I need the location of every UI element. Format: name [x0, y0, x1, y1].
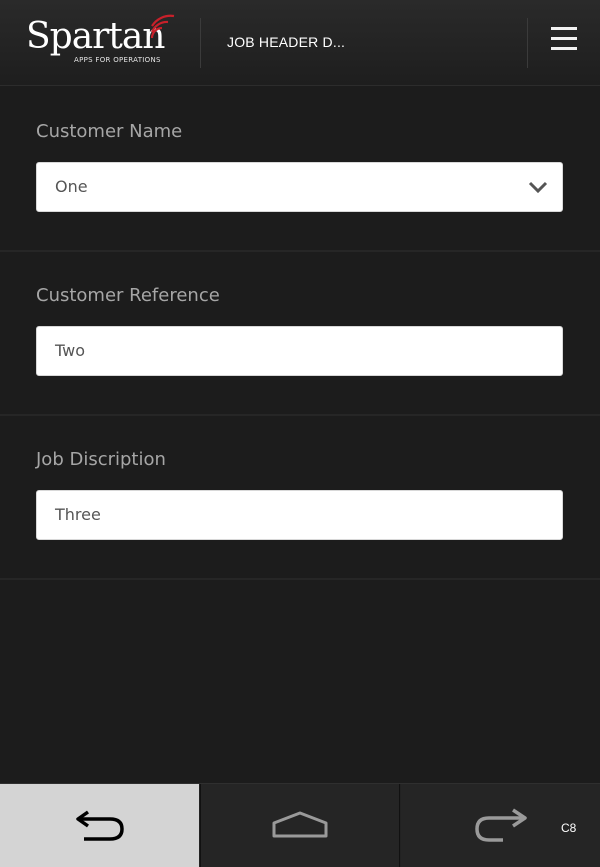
chevron-down-icon [528, 181, 548, 194]
home-button[interactable] [200, 784, 400, 867]
forward-arrow-icon [475, 808, 527, 842]
logo-text: Spartan [26, 16, 165, 57]
logo-tagline: APPS FOR OPERATIONS [74, 56, 161, 64]
customer-name-select[interactable]: One [36, 162, 563, 212]
job-description-value: Three [55, 505, 101, 524]
hamburger-menu-icon [551, 27, 577, 30]
hamburger-line [551, 37, 577, 40]
signal-waves-icon [150, 14, 175, 39]
menu-button[interactable] [543, 27, 587, 59]
version-code: C8 [561, 821, 577, 835]
back-button[interactable] [0, 784, 199, 867]
header-divider [200, 18, 201, 68]
job-description-field[interactable]: Three [36, 490, 563, 540]
app-header: Spartan APPS FOR OPERATIONS JOB HEADER D… [0, 0, 600, 86]
job-description-section: Job Discription Three [0, 416, 600, 580]
bottom-nav-bar [0, 783, 600, 867]
customer-reference-value: Two [55, 341, 85, 360]
customer-name-section: Customer Name One [0, 88, 600, 252]
customer-reference-field[interactable]: Two [36, 326, 563, 376]
page-title: JOB HEADER D... [227, 34, 346, 50]
header-divider [527, 18, 528, 68]
customer-name-label: Customer Name [36, 121, 183, 142]
job-description-label: Job Discription [36, 449, 166, 470]
spartan-logo: Spartan APPS FOR OPERATIONS [26, 12, 176, 70]
customer-reference-label: Customer Reference [36, 285, 220, 306]
back-arrow-icon [76, 810, 124, 841]
customer-name-value: One [55, 177, 88, 196]
home-icon [272, 811, 328, 838]
customer-reference-section: Customer Reference Two [0, 252, 600, 416]
hamburger-line [551, 47, 577, 50]
